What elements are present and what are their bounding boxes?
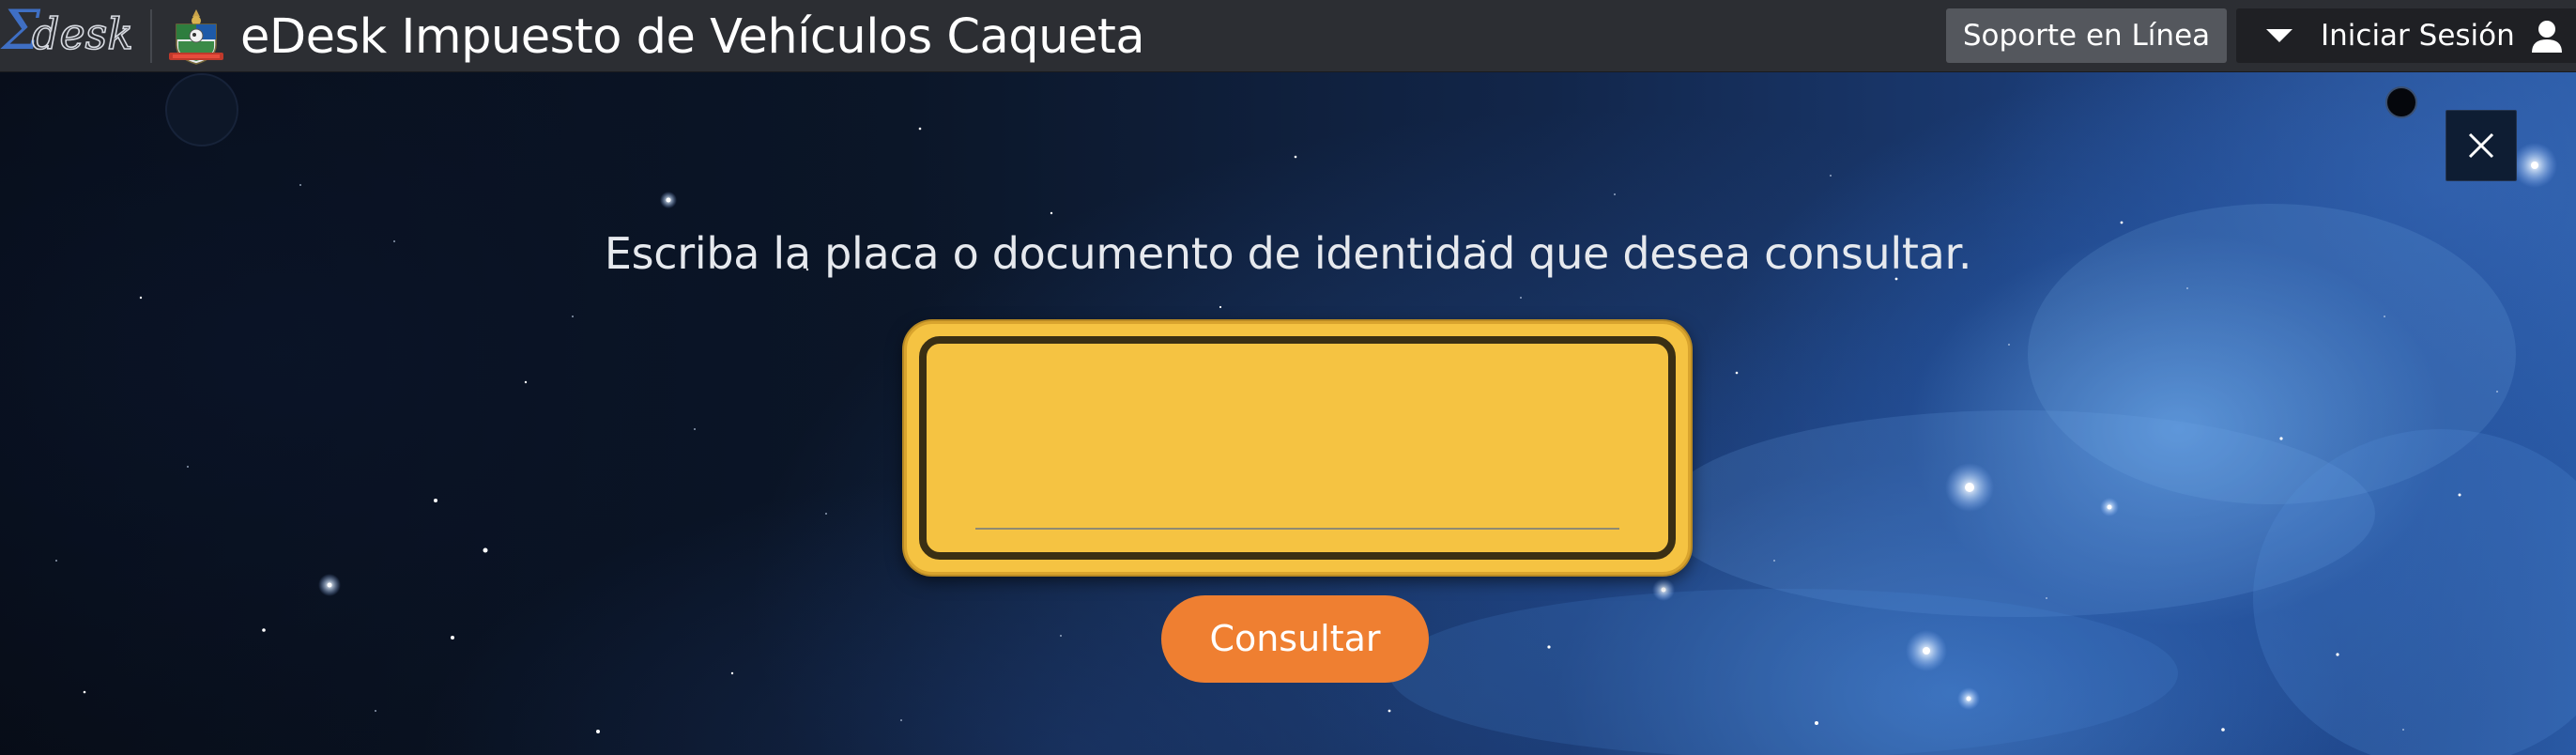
svg-text:desk: desk [32, 8, 131, 59]
top-navigation-bar: Σ desk eDesk Impuesto de Vehículos Caque… [0, 0, 2576, 72]
query-prompt: Escriba la placa o documento de identida… [604, 228, 1972, 279]
caret-down-icon [2266, 29, 2292, 42]
consult-button[interactable]: Consultar [1161, 595, 1429, 683]
login-label: Iniciar Sesión [2321, 19, 2515, 53]
login-button[interactable]: Iniciar Sesión [2236, 8, 2576, 63]
caqueta-crest-icon [165, 8, 227, 66]
plate-or-id-input[interactable] [975, 473, 1619, 530]
license-plate-inner-border [919, 336, 1676, 560]
close-button[interactable] [2446, 110, 2517, 181]
edesk-logo[interactable]: Σ desk [0, 0, 131, 72]
close-icon [2468, 132, 2494, 159]
app-title: eDesk Impuesto de Vehículos Caqueta [240, 9, 1145, 65]
header-divider [150, 9, 152, 63]
license-plate-frame [904, 321, 1691, 575]
user-icon [2530, 19, 2564, 53]
online-support-button[interactable]: Soporte en Línea [1946, 8, 2227, 63]
